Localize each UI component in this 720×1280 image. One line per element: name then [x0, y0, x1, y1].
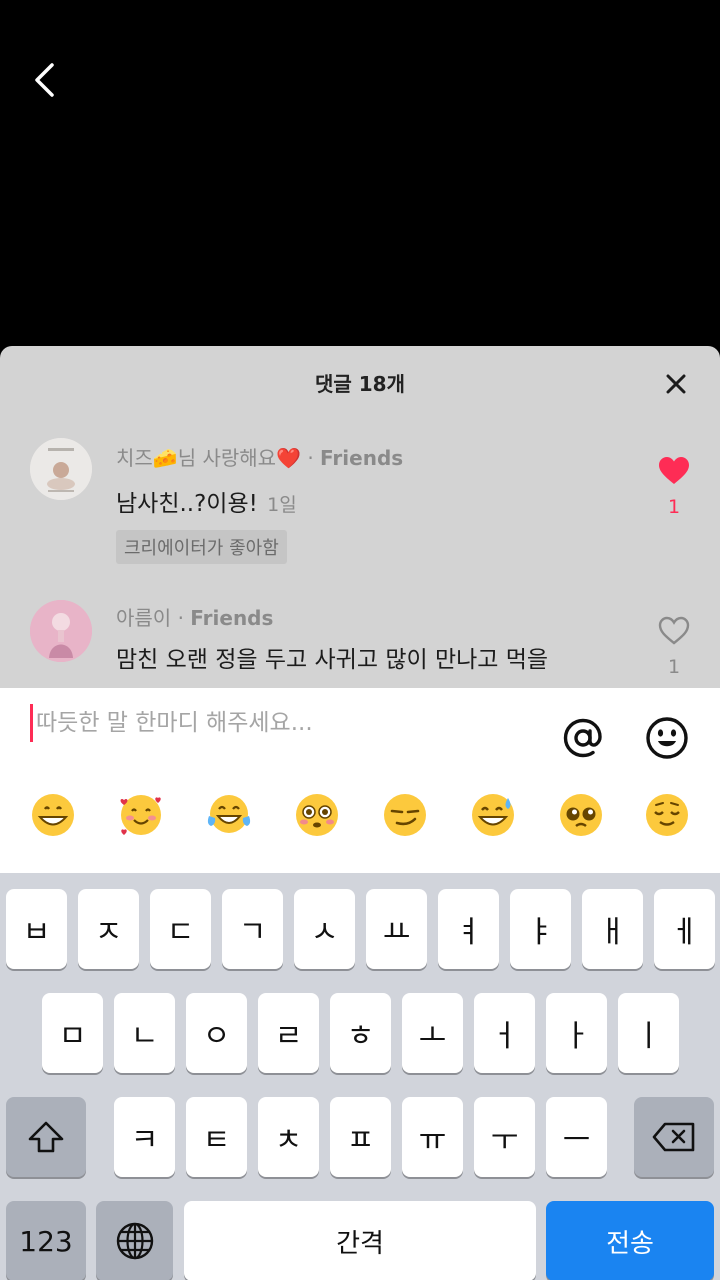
at-sign-icon [563, 718, 602, 758]
key-b[interactable]: ㅂ [6, 889, 67, 969]
key-u[interactable]: ㅜ [474, 1097, 535, 1177]
key-ch[interactable]: ㅊ [258, 1097, 319, 1177]
smiley-icon [646, 717, 688, 759]
key-ya[interactable]: ㅑ [510, 889, 571, 969]
comment-username[interactable]: 아름이 [116, 606, 171, 630]
key-h[interactable]: ㅎ [330, 993, 391, 1073]
key-o[interactable]: ㅗ [402, 993, 463, 1073]
like-button[interactable]: 1 [658, 456, 690, 518]
comment-text: 남사친..?이용! [116, 491, 258, 517]
mention-button[interactable] [560, 715, 606, 761]
comments-title: 댓글 18개 [315, 372, 405, 396]
like-count: 1 [667, 656, 681, 678]
key-n[interactable]: ㄴ [114, 993, 175, 1073]
key-eu[interactable]: ㅡ [546, 1097, 607, 1177]
key-a[interactable]: ㅏ [546, 993, 607, 1073]
key-eo[interactable]: ㅓ [474, 993, 535, 1073]
numbers-key[interactable]: 123 [6, 1201, 86, 1280]
key-ae[interactable]: ㅐ [582, 889, 643, 969]
heart-filled-icon [659, 457, 689, 484]
comment-username[interactable]: 치즈🧀님 사랑해요❤️ [116, 446, 301, 470]
smirking-face-emoji[interactable] [382, 792, 428, 838]
key-yeo[interactable]: ㅕ [438, 889, 499, 969]
key-yo[interactable]: ㅛ [366, 889, 427, 969]
key-p[interactable]: ㅍ [330, 1097, 391, 1177]
avatar-image [30, 600, 92, 662]
backspace-key[interactable] [634, 1097, 714, 1177]
close-icon [666, 374, 686, 394]
key-m[interactable]: ㅁ [42, 993, 103, 1073]
creator-liked-badge: 크리에이터가 좋아함 [116, 530, 287, 564]
quick-emoji-bar [0, 792, 720, 852]
comment-item: 치즈🧀님 사랑해요❤️ · Friends 남사친..?이용! 1일 크리에이터… [0, 438, 720, 568]
comments-sheet: 댓글 18개 치즈🧀님 사랑해요❤️ · Friends 남사친..?이용! 1… [0, 346, 720, 688]
key-k[interactable]: ㅋ [114, 1097, 175, 1177]
friends-tag: Friends [190, 606, 274, 630]
close-button[interactable] [662, 370, 690, 398]
avatar[interactable] [30, 438, 92, 500]
globe-key[interactable] [96, 1201, 173, 1280]
flushed-face-emoji[interactable] [294, 792, 340, 838]
key-e[interactable]: ㅔ [654, 889, 715, 969]
globe-icon [116, 1222, 153, 1260]
key-r[interactable]: ㄹ [258, 993, 319, 1073]
comment-input[interactable] [36, 704, 526, 742]
like-button[interactable]: 1 [658, 616, 690, 678]
smiling-face-with-hearts-emoji[interactable] [118, 792, 164, 838]
key-d[interactable]: ㄷ [150, 889, 211, 969]
shift-icon [28, 1121, 64, 1153]
space-key[interactable]: 간격 [184, 1201, 536, 1280]
text-caret [30, 704, 33, 742]
send-key[interactable]: 전송 [546, 1201, 714, 1280]
korean-keyboard: ㅂ ㅈ ㄷ ㄱ ㅅ ㅛ ㅕ ㅑ ㅐ ㅔ ㅁ ㄴ ㅇ ㄹ ㅎ ㅗ ㅓ ㅏ ㅣ ㅋ … [0, 873, 720, 1280]
comment-input-wrapper [28, 704, 528, 744]
back-button[interactable] [26, 58, 66, 102]
backspace-icon [652, 1122, 695, 1152]
shift-key[interactable] [6, 1097, 86, 1177]
key-s[interactable]: ㅅ [294, 889, 355, 969]
relieved-face-emoji[interactable] [644, 792, 690, 838]
key-g[interactable]: ㄱ [222, 889, 283, 969]
heart-outline-icon [658, 616, 690, 645]
comment-age: 1일 [267, 494, 297, 516]
grinning-face-with-sweat-emoji[interactable] [470, 792, 516, 838]
video-area [0, 0, 720, 346]
like-count: 1 [667, 496, 681, 518]
key-t[interactable]: ㅌ [186, 1097, 247, 1177]
face-with-tears-of-joy-emoji[interactable] [206, 792, 252, 838]
avatar-image [30, 438, 92, 500]
friends-tag: Friends [320, 446, 404, 470]
pleading-face-emoji[interactable] [558, 792, 604, 838]
comment-item: 아름이 · Friends 맘친 오랜 정을 두고 사귀고 많이 만나고 먹을 … [0, 600, 720, 688]
key-ng[interactable]: ㅇ [186, 993, 247, 1073]
emoji-picker-button[interactable] [644, 715, 690, 761]
avatar[interactable] [30, 600, 92, 662]
comment-input-panel [0, 688, 720, 873]
grinning-face-emoji[interactable] [30, 792, 76, 838]
chevron-left-icon [35, 63, 54, 97]
key-i[interactable]: ㅣ [618, 993, 679, 1073]
comment-text: 맘친 오랜 정을 두고 사귀고 많이 만나고 먹을 [116, 647, 549, 673]
key-j[interactable]: ㅈ [78, 889, 139, 969]
key-yu[interactable]: ㅠ [402, 1097, 463, 1177]
